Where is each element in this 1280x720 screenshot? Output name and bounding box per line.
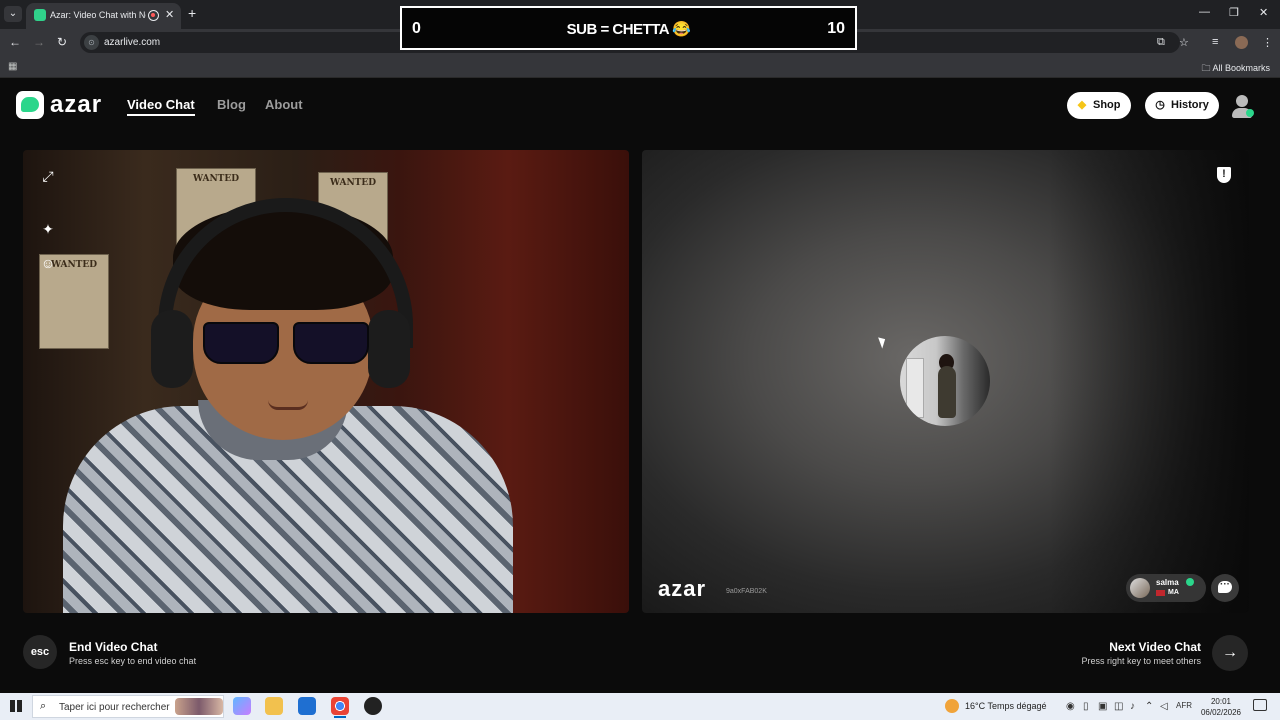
end-chat-button[interactable]: esc xyxy=(23,635,57,669)
country-flag-icon xyxy=(1156,590,1165,596)
reload-button[interactable]: ↻ xyxy=(57,35,67,49)
all-bookmarks-label: All Bookmarks xyxy=(1212,63,1270,73)
windows-start-icon[interactable] xyxy=(10,700,22,712)
close-window-button[interactable]: ✕ xyxy=(1259,6,1268,19)
partner-chip-avatar xyxy=(1130,578,1150,598)
profile-avatar[interactable] xyxy=(1235,36,1248,49)
media-control-icon[interactable]: ≡ xyxy=(1212,36,1218,48)
gem-icon: ◆ xyxy=(1077,99,1087,111)
overlay-right-count: 10 xyxy=(827,20,845,37)
microphone-icon[interactable]: ♪ xyxy=(1130,701,1135,712)
shop-label: Shop xyxy=(1093,99,1121,111)
weather-moon-icon[interactable] xyxy=(945,699,959,713)
notifications-icon[interactable] xyxy=(1253,699,1267,711)
partner-name: salma xyxy=(1156,578,1179,587)
apps-grid-icon[interactable]: ▦ xyxy=(8,61,17,72)
online-badge xyxy=(1246,109,1254,117)
azar-logo-icon[interactable] xyxy=(16,91,44,119)
search-highlight-image xyxy=(175,698,223,715)
site-info-icon[interactable]: ⊙ xyxy=(84,35,99,50)
mouse-cursor xyxy=(878,335,888,349)
tab-close-button[interactable]: ✕ xyxy=(165,8,174,21)
search-icon: ⌕ xyxy=(40,700,47,712)
watermark-id: 9a0xFAB02K xyxy=(726,588,767,595)
url-text: azarlive.com xyxy=(104,37,161,48)
person-mouth xyxy=(268,400,308,410)
clock-time: 20:01 xyxy=(1210,697,1232,706)
sunglasses xyxy=(203,322,373,366)
tray-app-icon[interactable]: ▯ xyxy=(1083,701,1089,712)
next-chat-title: Next Video Chat xyxy=(1109,640,1201,654)
tray-app-icon[interactable]: ▣ xyxy=(1098,701,1107,712)
minimize-button[interactable]: — xyxy=(1199,6,1210,18)
bookmark-star-icon[interactable]: ☆ xyxy=(1179,36,1189,49)
azar-favicon-icon xyxy=(34,9,46,21)
chevron-up-icon[interactable]: ⌃ xyxy=(1145,701,1153,712)
user-profile-icon[interactable] xyxy=(1230,93,1254,118)
next-chat-hint: Press right key to meet others xyxy=(1081,656,1201,666)
search-placeholder: Taper ici pour rechercher xyxy=(59,702,170,713)
headphone-cup xyxy=(368,310,410,388)
folder-icon: 🗀 xyxy=(1201,63,1213,73)
install-app-icon[interactable]: ⧉ xyxy=(1157,36,1165,49)
magic-wand-icon[interactable]: ✦ xyxy=(39,220,57,238)
forward-button[interactable]: → xyxy=(33,35,45,49)
verified-icon xyxy=(1186,578,1194,586)
nav-video-chat[interactable]: Video Chat xyxy=(127,97,195,116)
all-bookmarks-button[interactable]: 🗀 All Bookmarks xyxy=(1201,61,1270,77)
headphone-cup xyxy=(151,310,193,388)
language-indicator[interactable]: AFR xyxy=(1176,701,1192,710)
nav-blog[interactable]: Blog xyxy=(217,97,246,112)
overlay-goal-text: SUB = CHETTA 😂 xyxy=(566,21,691,38)
more-menu-icon[interactable]: ⋮ xyxy=(1262,36,1273,49)
bookmarks-bar: ▦ 🗀 All Bookmarks xyxy=(0,56,1280,78)
tray-app-icon[interactable]: ◉ xyxy=(1066,701,1075,712)
partner-video: azar 9a0xFAB02K salma MA xyxy=(642,150,1249,613)
taskbar-clock[interactable]: 20:01 06/02/2026 xyxy=(1198,696,1244,718)
end-chat-title: End Video Chat xyxy=(69,640,158,654)
azar-logo-text[interactable]: azar xyxy=(50,91,102,119)
azar-watermark-logo: azar xyxy=(658,576,707,601)
store-icon[interactable] xyxy=(298,697,316,715)
self-video: WANTED WANTED WANTED ⤢ ✦ ☺ xyxy=(23,150,629,613)
windows-taskbar: ⌕ Taper ici pour rechercher 16°C Temps d… xyxy=(0,693,1280,720)
tray-app-icon[interactable]: ◫ xyxy=(1114,701,1123,712)
chrome-icon[interactable] xyxy=(331,697,349,718)
clock-date: 06/02/2026 xyxy=(1200,708,1242,717)
weather-text[interactable]: 16°C Temps dégagé xyxy=(965,701,1047,711)
browser-tab[interactable]: Azar: Video Chat with New ✕ xyxy=(26,3,181,29)
recording-indicator-icon xyxy=(148,10,159,21)
partner-avatar xyxy=(900,336,990,426)
azar-page: azar Video Chat Blog About ◆ Shop ◷ Histor… xyxy=(0,79,1280,693)
restore-button[interactable]: ❐ xyxy=(1229,6,1239,19)
nav-about[interactable]: About xyxy=(265,97,303,112)
new-tab-button[interactable]: + xyxy=(188,5,196,21)
shop-button[interactable]: ◆ Shop xyxy=(1067,92,1131,119)
stream-overlay-banner: 0 SUB = CHETTA 😂 10 xyxy=(400,6,857,50)
expand-icon[interactable]: ⤢ xyxy=(39,167,57,185)
clock-icon: ◷ xyxy=(1155,99,1165,111)
history-button[interactable]: ◷ History xyxy=(1145,92,1219,119)
back-button[interactable]: ← xyxy=(9,35,21,49)
sticker-icon[interactable]: ☺ xyxy=(39,254,57,272)
partner-country: MA xyxy=(1168,589,1179,596)
tab-title: Azar: Video Chat with New xyxy=(50,10,146,20)
file-explorer-icon[interactable] xyxy=(265,697,283,715)
next-chat-button[interactable]: → xyxy=(1212,635,1248,671)
obs-icon[interactable] xyxy=(364,697,382,715)
end-chat-hint: Press esc key to end video chat xyxy=(69,656,197,666)
partner-info-chip[interactable]: salma MA xyxy=(1126,574,1206,602)
tab-list-button[interactable]: ⌄ xyxy=(4,6,22,22)
history-label: History xyxy=(1171,99,1209,111)
report-shield-icon[interactable] xyxy=(1215,167,1233,187)
volume-icon[interactable]: ◁ xyxy=(1160,701,1168,712)
taskbar-search[interactable]: ⌕ Taper ici pour rechercher xyxy=(32,695,224,718)
copilot-icon[interactable] xyxy=(233,697,251,715)
chat-bubble-icon[interactable] xyxy=(1211,574,1239,602)
